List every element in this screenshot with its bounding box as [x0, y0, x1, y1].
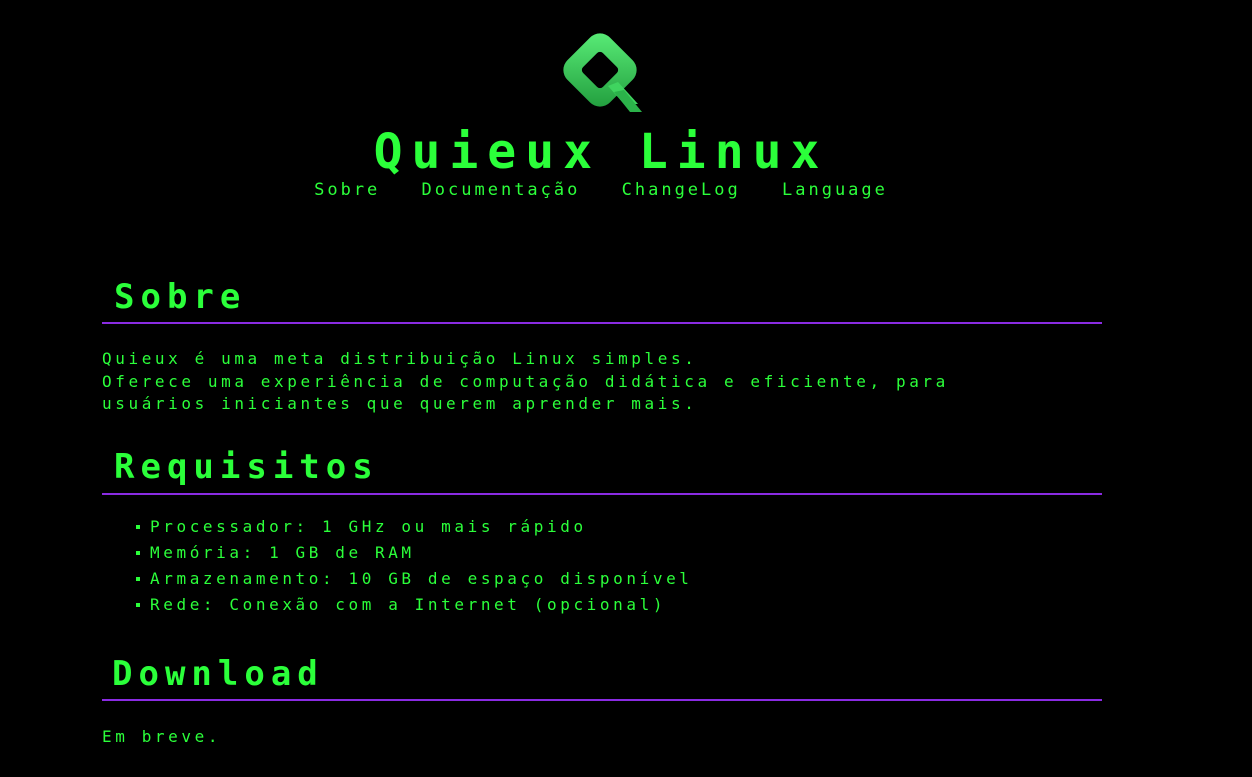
nav-link-changelog[interactable]: ChangeLog [622, 180, 741, 200]
requirement-text: Memória: 1 GB de RAM [150, 543, 415, 562]
list-item: Armazenamento: 10 GB de espaço disponíve… [132, 566, 693, 592]
requirement-text: Armazenamento: 10 GB de espaço disponíve… [150, 569, 693, 588]
requirement-text: Processador: 1 GHz ou mais rápido [150, 517, 587, 536]
bullet-icon [136, 603, 140, 607]
section-divider-sobre [102, 322, 1102, 324]
main-nav: Sobre Documentação ChangeLog Language [0, 178, 1202, 202]
list-item: Processador: 1 GHz ou mais rápido [132, 514, 693, 540]
requirements-list: Processador: 1 GHz ou mais rápido Memóri… [132, 514, 693, 618]
section-divider-download [102, 699, 1102, 701]
bullet-icon [136, 577, 140, 581]
bullet-icon [136, 551, 140, 555]
list-item: Rede: Conexão com a Internet (opcional) [132, 592, 693, 618]
about-line-3: usuários iniciantes que querem aprender … [102, 394, 698, 413]
section-title-download: Download [112, 654, 324, 694]
section-title-requisitos: Requisitos [114, 447, 379, 487]
nav-link-language[interactable]: Language [782, 180, 888, 200]
about-line-2: Oferece uma experiência de computação di… [102, 371, 949, 391]
bullet-icon [136, 525, 140, 529]
list-item: Memória: 1 GB de RAM [132, 540, 693, 566]
section-divider-requisitos [102, 493, 1102, 495]
site-title: Quieux Linux [373, 124, 829, 180]
download-text: Em breve. [102, 727, 222, 746]
nav-link-sobre[interactable]: Sobre [314, 180, 380, 200]
requirement-text: Rede: Conexão com a Internet (opcional) [150, 595, 667, 614]
about-text: Quieux é uma meta distribuição Linux sim… [102, 348, 1102, 416]
about-line-1: Quieux é uma meta distribuição Linux sim… [102, 349, 698, 368]
nav-link-documentacao[interactable]: Documentação [422, 180, 581, 200]
section-title-sobre: Sobre [114, 277, 247, 317]
quieux-q-logo-icon[interactable] [552, 26, 648, 122]
